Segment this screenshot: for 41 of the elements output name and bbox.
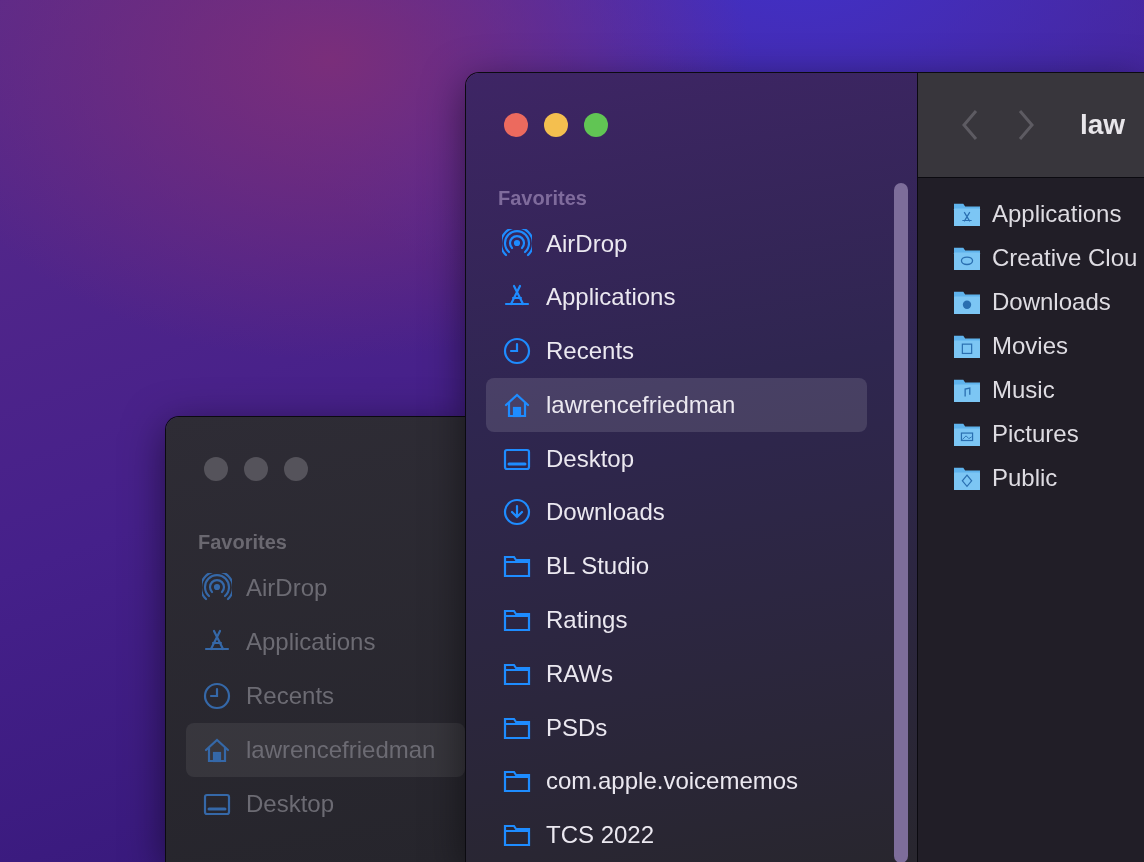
- folder-icon: [952, 421, 982, 447]
- folder-icon: [952, 465, 982, 491]
- sidebar-item[interactable]: BL Studio: [486, 539, 867, 594]
- file-row[interactable]: Creative Clou: [952, 236, 1144, 280]
- sidebar-item[interactable]: Ratings: [486, 593, 867, 647]
- file-row[interactable]: Downloads: [952, 280, 1144, 324]
- clock-icon: [202, 681, 232, 711]
- sidebar-item[interactable]: PSDs: [486, 700, 867, 755]
- folder-icon: [952, 201, 982, 227]
- window-title: law: [1080, 108, 1126, 142]
- sidebar-item[interactable]: Recents: [486, 324, 867, 378]
- sidebar-item[interactable]: lawrencefriedman: [486, 377, 867, 432]
- file-row[interactable]: Applications: [952, 192, 1144, 236]
- folder-icon: [952, 333, 982, 359]
- sidebar-item[interactable]: TCS 2022: [486, 808, 867, 862]
- folder-icon: [952, 289, 982, 315]
- back-button[interactable]: [960, 109, 980, 141]
- sidebar-item[interactable]: RAWs: [486, 646, 867, 701]
- zoom-button[interactable]: [584, 113, 608, 137]
- scrollbar-thumb[interactable]: [894, 183, 908, 862]
- forward-button[interactable]: [1016, 109, 1036, 141]
- file-row[interactable]: Pictures: [952, 412, 1144, 456]
- download-icon: [502, 497, 532, 528]
- file-row[interactable]: Music: [952, 368, 1144, 412]
- sidebar-item[interactable]: Desktop: [486, 431, 867, 486]
- sidebar-item[interactable]: com.apple.voicememos: [486, 754, 867, 809]
- airdrop-icon: [202, 573, 232, 603]
- section-heading: Favorites: [197, 530, 288, 555]
- minimize-button[interactable]: [544, 113, 568, 137]
- file-row[interactable]: Public: [952, 456, 1144, 500]
- section-heading: Favorites: [497, 185, 588, 211]
- file-row[interactable]: Movies: [952, 324, 1144, 368]
- folder-icon: [952, 377, 982, 403]
- close-button[interactable]: [504, 113, 528, 137]
- sidebar-item[interactable]: AirDrop: [486, 216, 867, 271]
- airdrop-icon: [502, 228, 532, 259]
- clock-icon: [502, 336, 532, 367]
- sidebar-item[interactable]: Downloads: [486, 485, 867, 540]
- folder-icon: [952, 245, 982, 271]
- close-button[interactable]: [204, 457, 228, 481]
- sidebar-item[interactable]: Applications: [486, 270, 867, 325]
